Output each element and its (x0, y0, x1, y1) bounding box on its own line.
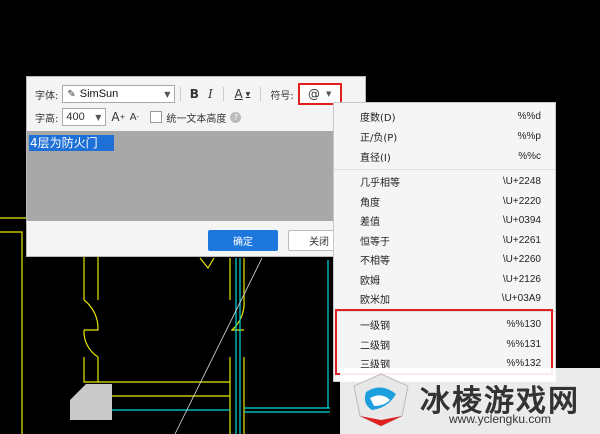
font-select[interactable]: ✎ SimSun ▼ (62, 85, 176, 103)
menu-item-code: %%d (517, 110, 541, 122)
increase-size-icon: A (111, 110, 120, 124)
menu-item-code: \U+2248 (502, 175, 541, 187)
site-logo-icon (353, 373, 409, 427)
at-icon: @ (308, 87, 321, 101)
symbol-label: 符号: (270, 90, 294, 102)
wall-line (199, 257, 215, 270)
menu-item-label: 欧米加 (360, 294, 390, 306)
menu-item-label: 几乎相等 (360, 177, 400, 189)
italic-button[interactable]: I (202, 85, 218, 103)
chevron-down-icon: ▼ (326, 90, 332, 98)
toolbar-row-1: 字体: ✎ SimSun ▼ B I A ▼ 符号: @ ▼ (35, 82, 342, 106)
divider (260, 87, 262, 101)
door-arc (83, 299, 99, 331)
font-icon: ✎ (67, 88, 76, 100)
height-select[interactable]: 400 ▼ (62, 108, 107, 126)
ok-button[interactable]: 确定 (208, 230, 278, 251)
chevron-down-icon: ▼ (164, 89, 171, 99)
watermark-url: www.yclengku.com (449, 412, 552, 426)
font-value: SimSun (79, 88, 119, 100)
toolbar-row-2: 字高: 400 ▼ A + A- 统一文本高度 ? (35, 105, 242, 129)
menu-item-label: 不相等 (360, 255, 390, 267)
menu-item[interactable]: 角度 \U+2220 (334, 191, 555, 211)
selected-text: 4层为防火门 (29, 135, 114, 151)
menu-item-label: 恒等于 (360, 236, 390, 248)
menu-item[interactable]: 几乎相等 \U+2248 (334, 171, 555, 191)
divider (223, 87, 225, 101)
menu-item-code: \U+2261 (502, 234, 541, 246)
decrease-size-button[interactable]: A- (126, 108, 142, 126)
font-color-button[interactable]: A ▼ (229, 85, 255, 103)
uniform-height-checkbox[interactable] (150, 111, 163, 123)
menu-item[interactable]: 欧姆 \U+2126 (334, 269, 555, 289)
menu-item[interactable]: 度数(D) %%d (334, 106, 555, 126)
menu-item-label: 欧姆 (360, 275, 380, 287)
chevron-down-icon: ▼ (95, 112, 102, 122)
wall-line (0, 231, 23, 434)
menu-item[interactable]: 差值 \U+0394 (334, 210, 555, 230)
menu-divider (334, 169, 555, 170)
help-icon[interactable]: ? (230, 111, 242, 123)
chevron-down-icon: ▼ (245, 90, 251, 98)
divider (180, 87, 182, 101)
text-edit-dialog: 字体: ✎ SimSun ▼ B I A ▼ 符号: @ ▼ 字高: 400 ▼… (26, 76, 366, 257)
height-label: 字高: (35, 113, 59, 125)
menu-item-code: %%c (518, 150, 541, 162)
steel-grade-highlight (335, 309, 553, 375)
font-color-label: A (234, 87, 243, 101)
door-arc (83, 329, 99, 358)
decrease-size-icon: A (129, 111, 137, 123)
menu-item-code: \U+2220 (502, 195, 541, 207)
menu-item-label: 直径(I) (360, 152, 391, 164)
menu-item-code: \U+2260 (502, 253, 541, 265)
menu-item[interactable]: 直径(I) %%c (334, 146, 555, 166)
menu-item-code: \U+2126 (502, 273, 541, 285)
menu-item[interactable]: 正/负(P) %%p (334, 126, 555, 146)
menu-item-label: 角度 (360, 197, 380, 209)
increase-size-button[interactable]: A + (110, 108, 126, 126)
menu-item-label: 度数(D) (360, 112, 396, 124)
menu-item[interactable]: 欧米加 \U+03A9 (334, 288, 555, 308)
menu-item-code: \U+03A9 (501, 292, 541, 304)
menu-item-code: \U+0394 (502, 214, 541, 226)
menu-item-code: %%p (517, 130, 541, 142)
menu-item-label: 正/负(P) (360, 132, 398, 144)
menu-item-label: 差值 (360, 216, 380, 228)
bold-button[interactable]: B (186, 85, 202, 103)
stair-fill (70, 384, 112, 420)
menu-item[interactable]: 恒等于 \U+2261 (334, 230, 555, 250)
font-label: 字体: (35, 90, 59, 102)
height-value: 400 (66, 111, 85, 123)
wall-line (83, 357, 99, 383)
uniform-height-label: 统一文本高度 (166, 113, 227, 125)
menu-item[interactable]: 不相等 \U+2260 (334, 249, 555, 269)
